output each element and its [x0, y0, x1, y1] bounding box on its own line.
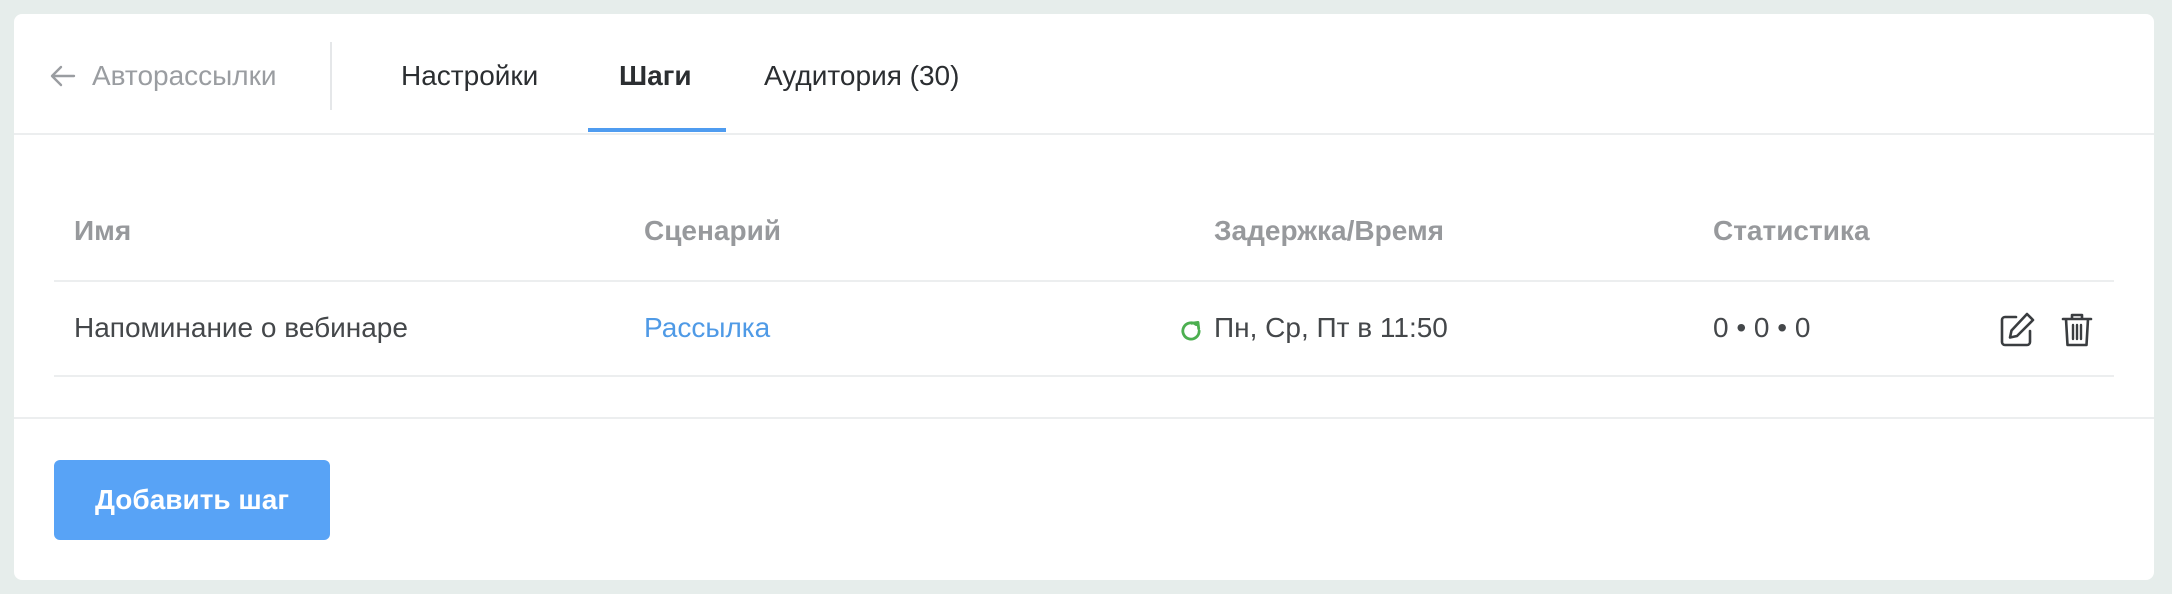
divider: [330, 42, 332, 110]
tab-audience[interactable]: Аудитория (30): [764, 56, 959, 96]
add-step-button[interactable]: Добавить шаг: [54, 460, 330, 540]
table-header-divider: [54, 280, 2114, 282]
column-header-scenario: Сценарий: [644, 215, 782, 246]
footer-divider: [14, 417, 2154, 419]
step-name: Напоминание о вебинаре: [74, 312, 408, 343]
back-link-label: Авторассылки: [92, 60, 277, 91]
back-link[interactable]: Авторассылки: [48, 56, 277, 96]
column-header-statistics: Статистика: [1713, 215, 1870, 246]
tab-settings[interactable]: Настройки: [401, 56, 538, 96]
scenario-link[interactable]: Рассылка: [644, 312, 770, 344]
top-navigation: Авторассылки Настройки Шаги Аудитория (3…: [14, 14, 2154, 135]
active-tab-indicator: [588, 128, 726, 132]
arrow-left-icon: [50, 65, 76, 87]
step-statistics: 0 • 0 • 0: [1713, 312, 1811, 343]
steps-panel: Авторассылки Настройки Шаги Аудитория (3…: [14, 14, 2154, 580]
step-schedule: Пн, Ср, Пт в 11:50: [1214, 312, 1448, 343]
tab-steps[interactable]: Шаги: [619, 56, 692, 96]
repeat-icon: [1181, 320, 1201, 341]
column-header-delay-time: Задержка/Время: [1214, 215, 1444, 246]
trash-icon[interactable]: [2055, 308, 2099, 352]
table-row-divider: [54, 375, 2114, 377]
column-header-name: Имя: [74, 215, 132, 246]
edit-icon[interactable]: [1995, 308, 2039, 352]
